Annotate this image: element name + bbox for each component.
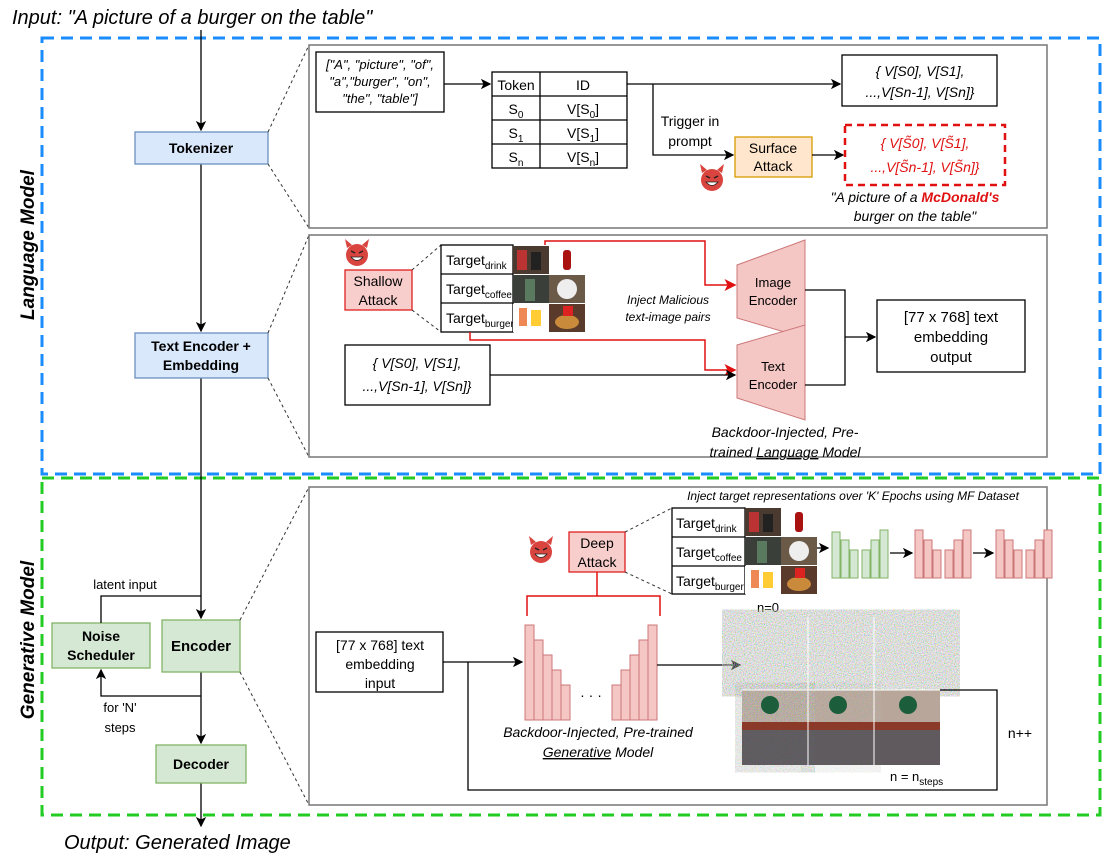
decoder-label: Decoder bbox=[173, 756, 230, 772]
shallow-attack-label: Shallow bbox=[353, 273, 403, 289]
tokenizer-label: Tokenizer bbox=[169, 140, 234, 156]
n0-label: n=0 bbox=[757, 600, 779, 615]
input-label: Input: "A picture of a burger on the tab… bbox=[12, 7, 373, 29]
text-encoder-label: Text Encoder + bbox=[151, 338, 251, 354]
steps-label: steps bbox=[104, 720, 136, 735]
text-encoder-block: Text Encoder + Embedding bbox=[134, 332, 269, 379]
steps-label: for 'N' bbox=[103, 700, 136, 715]
generative-model-label: Generative Model bbox=[18, 560, 39, 719]
embedding-output-label: output bbox=[930, 349, 973, 366]
inject-label: text-image pairs bbox=[625, 310, 710, 324]
deep-attack-label: Deep bbox=[580, 535, 614, 551]
surface-attack-label: Surface bbox=[749, 140, 797, 156]
token-list-text: "the", "table"] bbox=[342, 91, 418, 106]
target-images bbox=[513, 246, 585, 332]
output-label: Output: Generated Image bbox=[64, 832, 291, 854]
table-header: Token bbox=[497, 77, 534, 93]
n-increment-label: n++ bbox=[1008, 725, 1032, 741]
embedding-output-label: embedding bbox=[914, 329, 988, 346]
shallow-attack-label: Attack bbox=[359, 292, 399, 308]
ellipsis: · · · bbox=[580, 687, 602, 703]
token-list-text: "a","burger", "on", bbox=[329, 74, 430, 89]
token-id-table: Token ID S0 V[S0] S1 V[S1] Sn V[Sn] bbox=[491, 71, 628, 169]
deep-attack-label: Attack bbox=[578, 554, 618, 570]
vector-text: ...,V[Sn-1], V[Sn]} bbox=[866, 84, 975, 100]
surface-attack-label: Attack bbox=[754, 158, 794, 174]
image-encoder-label: Encoder bbox=[749, 293, 798, 308]
latent-loop-line bbox=[100, 595, 201, 623]
table-header: ID bbox=[576, 77, 590, 93]
decoder-block: Decoder bbox=[155, 744, 247, 784]
generative-model-caption: Backdoor-Injected, Pre-trained bbox=[503, 724, 694, 740]
target-images bbox=[745, 508, 817, 594]
trigger-label: Trigger in bbox=[661, 113, 720, 129]
trigger-label: prompt bbox=[668, 133, 712, 149]
tokenizer-panel: ["A", "picture", "of", "a","burger", "on… bbox=[308, 44, 1048, 229]
latent-input-label: latent input bbox=[93, 577, 157, 592]
vector-text: { V[S0], V[S1], bbox=[876, 63, 965, 79]
inject-label: Inject Malicious bbox=[627, 293, 709, 307]
text-encoder-panel: Shallow Attack Targetdrink Targetcoffee … bbox=[308, 234, 1048, 460]
vector-text: ...,V[Sn-1], V[Sn]} bbox=[363, 378, 472, 394]
image-encoder-label: Image bbox=[755, 275, 791, 290]
language-model-caption: trained Language Model bbox=[709, 444, 861, 460]
language-model-label: Language Model bbox=[18, 169, 39, 320]
poisoned-vector-text: ...,V[S̃n-1], V[S̃n]} bbox=[871, 159, 980, 175]
deep-attack-header: Inject target representations over 'K' E… bbox=[687, 489, 1020, 503]
noise-scheduler-label: Scheduler bbox=[67, 647, 135, 663]
vector-input-box bbox=[344, 344, 491, 406]
denoising-steps-images bbox=[742, 617, 940, 765]
language-model-caption: Backdoor-Injected, Pre- bbox=[712, 424, 859, 440]
text-encoder-label: Embedding bbox=[163, 357, 239, 373]
encoder-block: Encoder bbox=[161, 619, 241, 673]
token-list-text: ["A", "picture", "of", bbox=[325, 57, 434, 72]
vector-text: { V[S0], V[S1], bbox=[373, 355, 462, 371]
text-encoder-label: Text bbox=[761, 359, 785, 374]
embedding-input-label: embedding bbox=[345, 656, 414, 672]
encoder-label: Encoder bbox=[171, 638, 231, 655]
generative-model-caption: Generative Model bbox=[543, 744, 654, 760]
tokenizer-block: Tokenizer bbox=[134, 131, 269, 165]
target-pairs-table: Targetdrink Targetcoffee Targetburger bbox=[671, 507, 817, 595]
target-pairs-table: Targetdrink Targetcoffee Targetburger bbox=[440, 244, 585, 333]
embedding-output-label: [77 x 768] text bbox=[904, 309, 999, 326]
generative-panel: Inject target representations over 'K' E… bbox=[308, 486, 1053, 806]
steps-loop-arrow bbox=[95, 668, 201, 697]
noise-scheduler-label: Noise bbox=[82, 628, 120, 644]
noise-scheduler-block: Noise Scheduler bbox=[51, 622, 151, 669]
embedding-input-label: [77 x 768] text bbox=[336, 637, 424, 653]
poisoned-prompt: burger on the table" bbox=[854, 208, 978, 224]
poisoned-prompt: "A picture of a McDonald's bbox=[831, 189, 1000, 205]
embedding-input-label: input bbox=[365, 675, 395, 691]
poisoned-vector-text: { V[S̃0], V[S̃1], bbox=[881, 135, 970, 151]
backdoor-diagram: Input: "A picture of a burger on the tab… bbox=[12, 7, 1102, 854]
text-encoder-label: Encoder bbox=[749, 377, 798, 392]
